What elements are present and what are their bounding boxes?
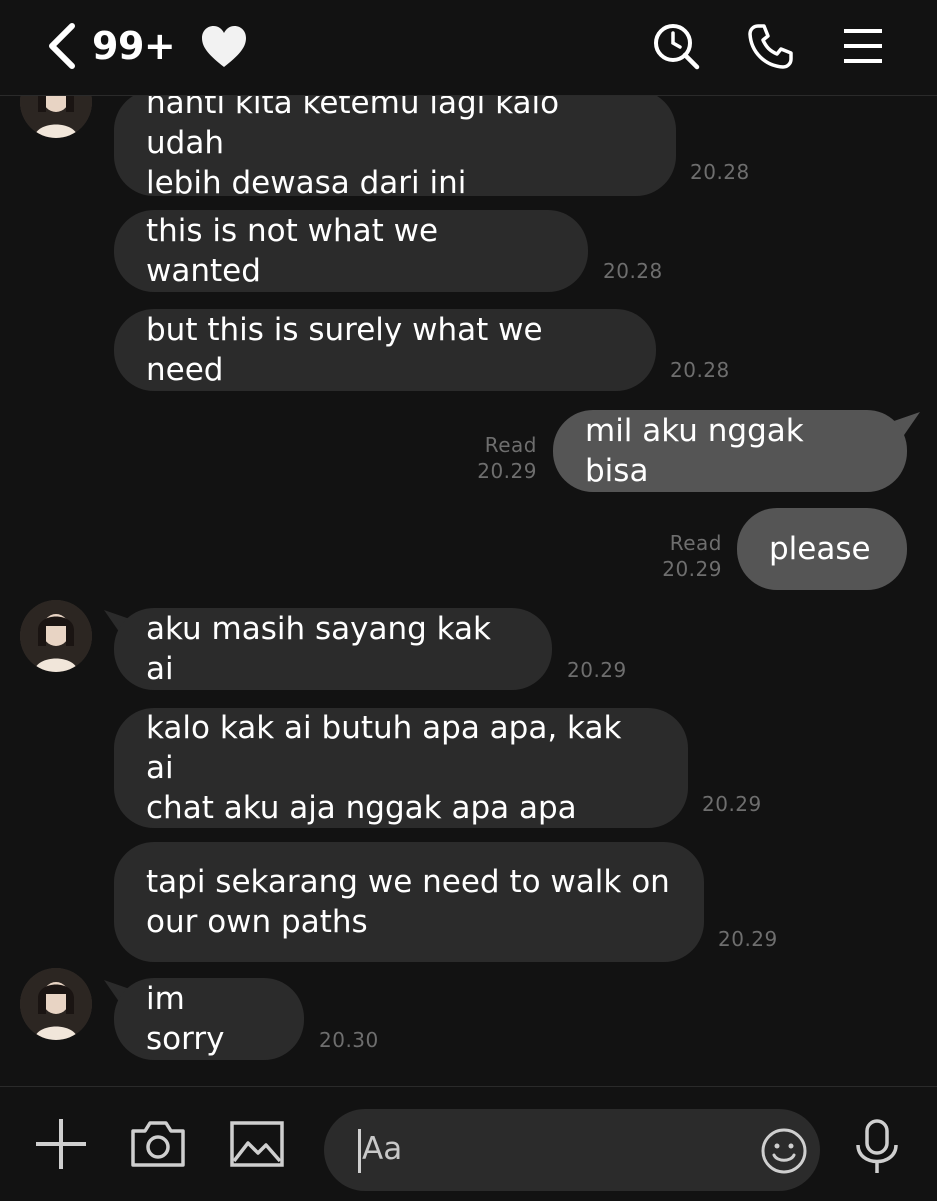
incoming-message-bubble[interactable]: but this is surely what we need: [114, 309, 656, 391]
composer-bar: Aa: [0, 1086, 937, 1201]
message-timestamp: 20.29: [662, 557, 722, 581]
message-timestamp: 20.30: [319, 1028, 379, 1052]
microphone-icon[interactable]: [848, 1117, 906, 1175]
read-receipt: Read 20.29: [640, 530, 722, 582]
search-clock-icon[interactable]: [652, 22, 700, 70]
message-text: im sorry: [146, 981, 225, 1057]
message-text: mil aku nggak bisa: [585, 413, 804, 489]
incoming-message-bubble[interactable]: this is not what we wanted: [114, 210, 588, 292]
text-cursor: [358, 1129, 361, 1173]
incoming-message-bubble[interactable]: aku masih sayang kak ai: [114, 608, 552, 690]
message-text: but this is surely what we need: [146, 312, 543, 388]
heart-icon: [202, 26, 246, 67]
message-input[interactable]: Aa: [324, 1109, 820, 1191]
input-placeholder: Aa: [362, 1131, 403, 1167]
unread-count[interactable]: 99+: [92, 24, 176, 68]
message-list[interactable]: nanti kita ketemu lagi kalo udah lebih d…: [0, 96, 937, 1086]
plus-icon[interactable]: [32, 1115, 90, 1173]
message-timestamp: 20.29: [702, 792, 762, 816]
message-text: this is not what we wanted: [146, 213, 439, 289]
outgoing-message-bubble[interactable]: please: [737, 508, 907, 590]
camera-icon[interactable]: [129, 1115, 187, 1173]
contact-avatar[interactable]: [20, 600, 92, 672]
message-text: kalo kak ai butuh apa apa, kak ai chat a…: [146, 710, 622, 826]
message-text: aku masih sayang kak ai: [146, 611, 491, 687]
message-timestamp: 20.28: [690, 160, 750, 184]
message-text: nanti kita ketemu lagi kalo udah lebih d…: [146, 96, 560, 201]
phone-icon[interactable]: [746, 22, 794, 70]
message-timestamp: 20.28: [670, 358, 730, 382]
incoming-message-bubble[interactable]: nanti kita ketemu lagi kalo udah lebih d…: [114, 96, 676, 201]
incoming-message-bubble[interactable]: im sorry: [114, 978, 304, 1060]
incoming-message-bubble[interactable]: tapi sekarang we need to walk on our own…: [114, 842, 704, 962]
contact-avatar[interactable]: [20, 968, 92, 1040]
back-chevron-icon[interactable]: [44, 22, 78, 70]
message-text: tapi sekarang we need to walk on our own…: [146, 864, 670, 940]
read-label: Read: [669, 531, 722, 555]
incoming-message-bubble[interactable]: kalo kak ai butuh apa apa, kak ai chat a…: [114, 708, 688, 828]
message-text: please: [769, 531, 871, 567]
outgoing-message-bubble[interactable]: mil aku nggak bisa: [553, 410, 907, 492]
message-timestamp: 20.29: [567, 658, 627, 682]
message-timestamp: 20.28: [603, 259, 663, 283]
contact-avatar[interactable]: [20, 96, 92, 138]
message-timestamp: 20.29: [477, 459, 537, 483]
read-label: Read: [484, 433, 537, 457]
emoji-icon[interactable]: [760, 1127, 808, 1175]
read-receipt: Read 20.29: [460, 432, 537, 484]
chat-header: 99+: [0, 0, 937, 96]
image-icon[interactable]: [228, 1115, 286, 1173]
menu-icon[interactable]: [840, 22, 888, 70]
message-timestamp: 20.29: [718, 927, 778, 951]
